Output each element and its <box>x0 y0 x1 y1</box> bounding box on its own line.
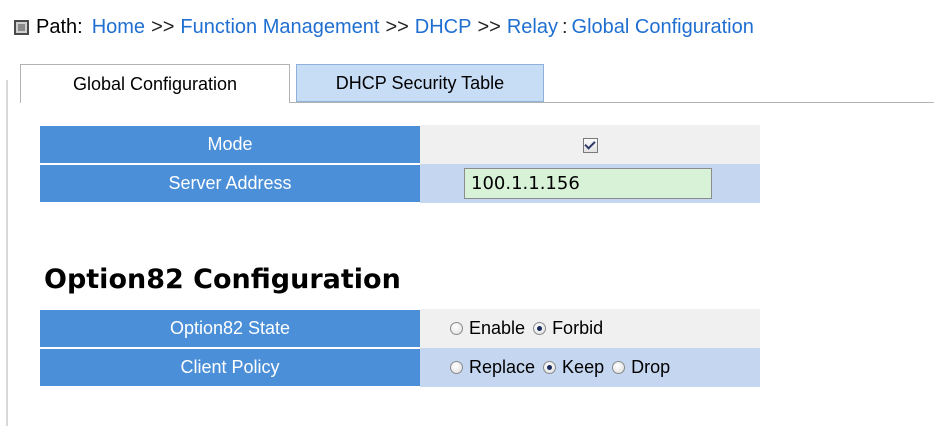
option82-state-label: Option82 State <box>40 308 420 349</box>
radio-drop-button[interactable] <box>612 360 626 374</box>
client-policy-radio-group: Replace Keep Drop <box>420 357 760 378</box>
client-policy-row: Client Policy Replace Keep Drop <box>40 347 760 387</box>
server-address-cell: 100.1.1.156 <box>420 164 760 203</box>
server-address-input[interactable]: 100.1.1.156 <box>464 167 712 199</box>
client-policy-cell: Replace Keep Drop <box>420 348 760 387</box>
radio-forbid[interactable]: Forbid <box>533 318 603 339</box>
option82-state-row: Option82 State Enable Forbid <box>40 308 760 349</box>
path-square-icon <box>14 19 29 35</box>
mode-checkbox[interactable] <box>582 137 598 153</box>
option82-section-title: Option82 Configuration <box>44 264 401 295</box>
radio-forbid-button[interactable] <box>533 322 547 335</box>
crumb-separator: >> <box>477 15 501 38</box>
option82-table: Option82 State Enable Forbid Client Poli… <box>40 308 760 387</box>
crumb-final-separator: : <box>561 15 568 38</box>
tab-global-configuration[interactable]: Global Configuration <box>20 64 290 103</box>
server-address-label: Server Address <box>40 163 420 203</box>
crumb-dhcp[interactable]: DHCP <box>415 16 472 39</box>
crumb-home[interactable]: Home <box>92 16 145 39</box>
crumb-relay[interactable]: Relay <box>507 16 558 39</box>
radio-enable-button[interactable] <box>450 322 463 335</box>
tab-dhcp-security-table[interactable]: DHCP Security Table <box>296 64 544 102</box>
radio-keep-button[interactable] <box>543 360 557 374</box>
mode-label: Mode <box>40 124 420 165</box>
radio-keep-label: Keep <box>562 356 605 377</box>
mode-row: Mode <box>40 124 760 165</box>
global-config-table: Mode Server Address 100.1.1.156 <box>40 124 760 203</box>
server-address-row: Server Address 100.1.1.156 <box>40 163 760 203</box>
mode-value-cell <box>420 125 760 164</box>
crumb-current[interactable]: Global Configuration <box>572 16 754 39</box>
crumb-function-management[interactable]: Function Management <box>180 16 379 39</box>
tab-bar: Global Configuration DHCP Security Table <box>20 64 934 103</box>
radio-forbid-label: Forbid <box>552 318 604 338</box>
radio-drop[interactable]: Drop <box>612 357 670 378</box>
path-label: Path: <box>36 15 83 38</box>
radio-drop-label: Drop <box>631 356 671 377</box>
radio-enable-label: Enable <box>469 318 526 338</box>
breadcrumb: Path: Home >> Function Management >> DHC… <box>14 14 754 40</box>
option82-state-cell: Enable Forbid <box>420 309 760 348</box>
left-border <box>6 80 8 426</box>
client-policy-label: Client Policy <box>40 347 420 387</box>
radio-replace[interactable]: Replace <box>450 357 535 378</box>
option82-state-radio-group: Enable Forbid <box>420 318 760 339</box>
radio-enable[interactable]: Enable <box>450 318 525 339</box>
crumb-separator: >> <box>385 15 409 38</box>
radio-replace-button[interactable] <box>450 360 463 374</box>
radio-replace-label: Replace <box>469 356 536 377</box>
crumb-separator: >> <box>151 15 175 38</box>
radio-keep[interactable]: Keep <box>543 357 604 378</box>
